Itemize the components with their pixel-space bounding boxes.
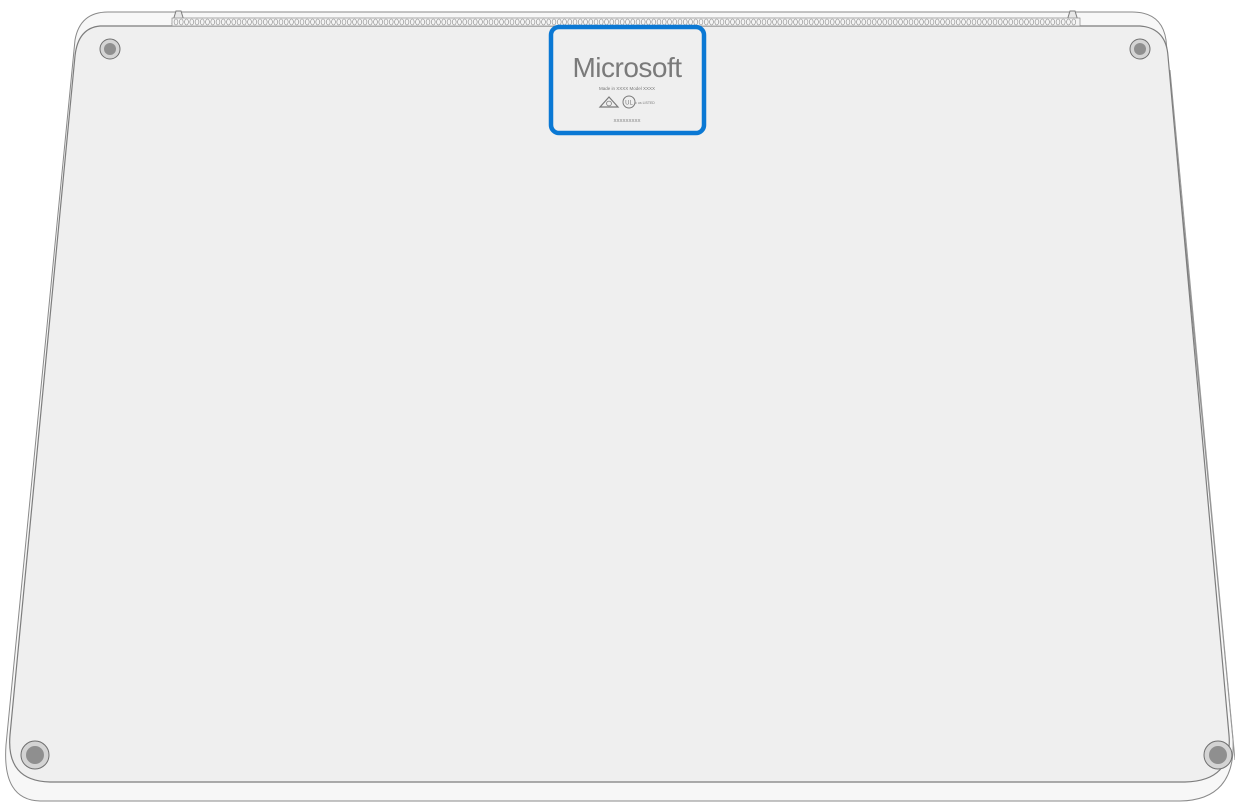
foot-top-right: [1129, 38, 1151, 60]
foot-center: [26, 746, 44, 764]
foot-bottom-left: [20, 740, 50, 770]
foot-center: [1134, 43, 1146, 55]
laptop-bottom-diagram: Microsoft Made in XXXX Model XXXX UL c u…: [5, 10, 1235, 802]
foot-top-left: [99, 38, 121, 60]
bottom-cover-plate: [9, 25, 1230, 783]
serial-number-line: XXXXXXXXX: [613, 118, 640, 123]
ul-listed-text: c us LISTED: [635, 101, 655, 105]
foot-bottom-right: [1203, 740, 1233, 770]
regulatory-label: Microsoft Made in XXXX Model XXXX UL c u…: [548, 24, 707, 136]
foot-center: [1209, 746, 1227, 764]
brand-logo-text: Microsoft: [572, 52, 682, 83]
svg-text:UL: UL: [625, 101, 633, 107]
made-in-line: Made in XXXX Model XXXX: [599, 86, 655, 91]
foot-center: [104, 43, 116, 55]
